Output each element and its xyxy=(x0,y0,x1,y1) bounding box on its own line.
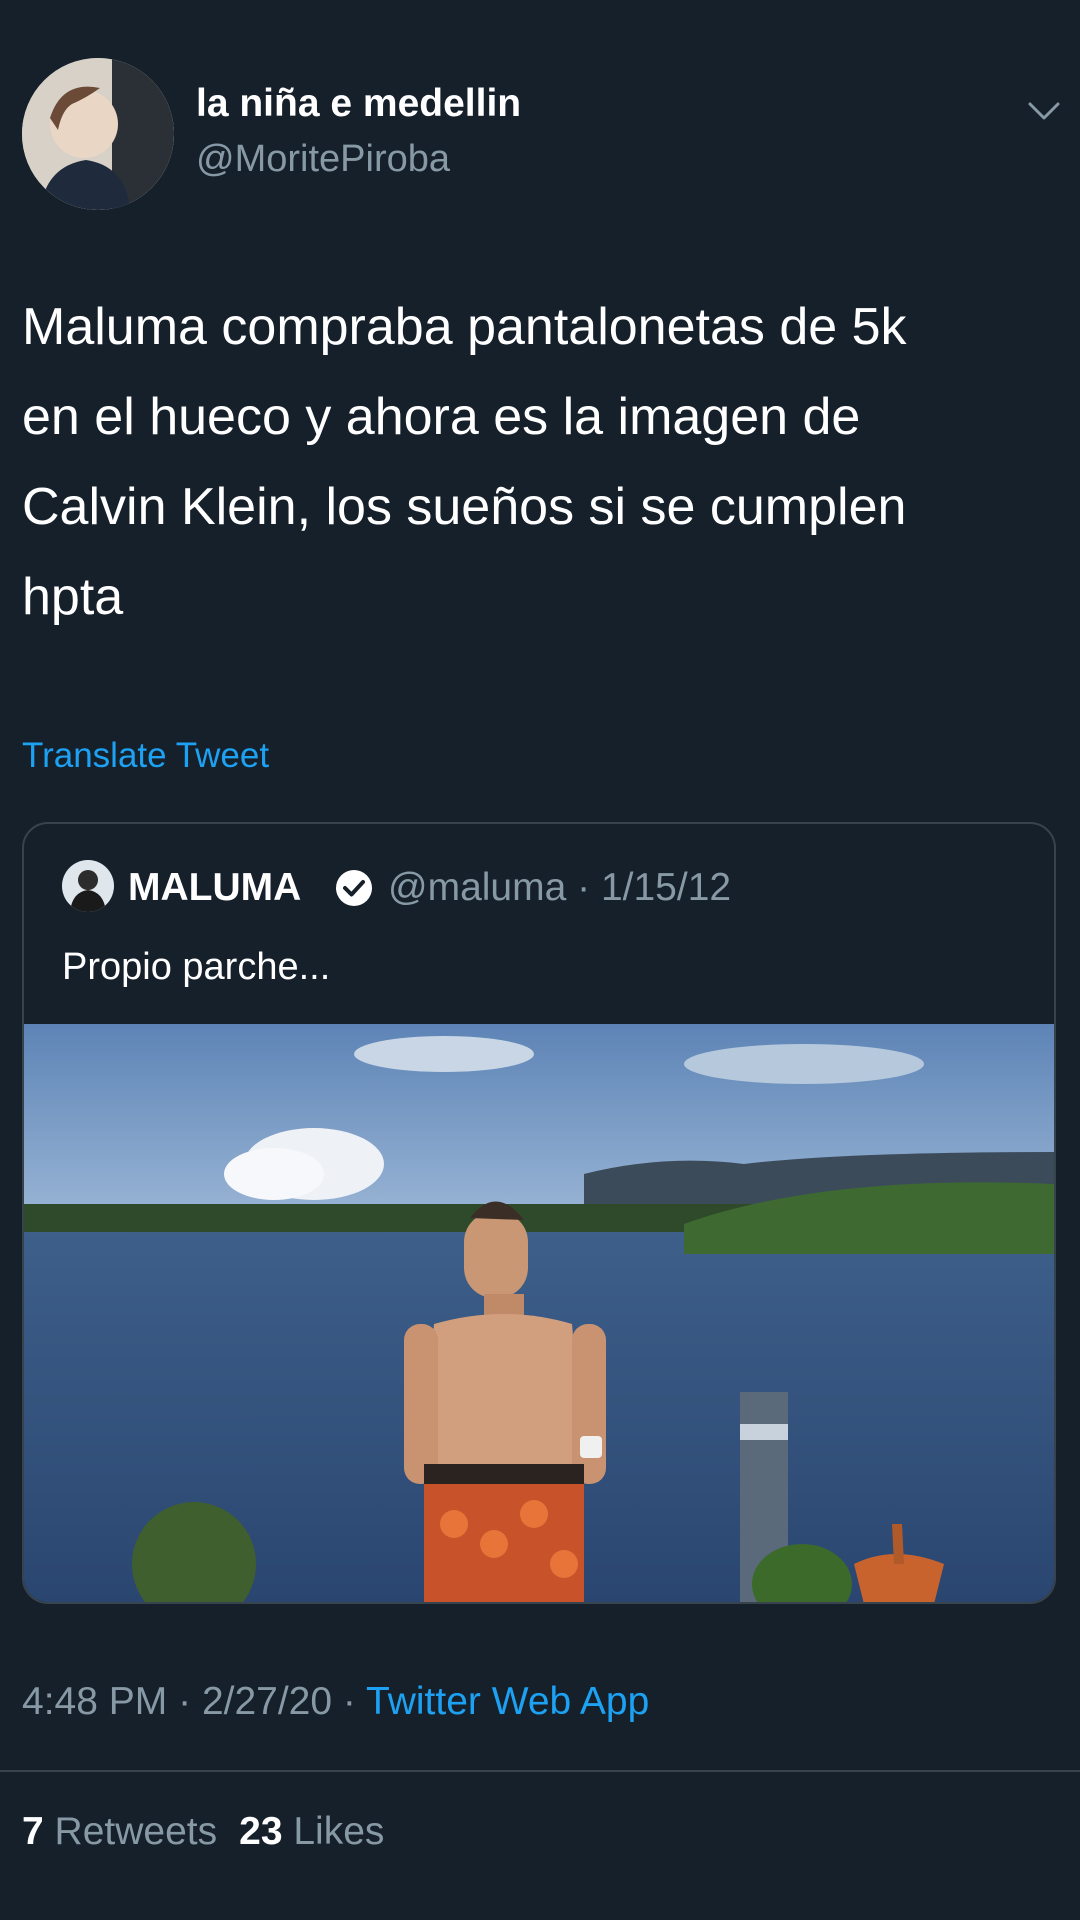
retweets-count: 7 xyxy=(22,1810,44,1853)
author-handle[interactable]: @MoritePiroba xyxy=(196,138,450,181)
quoted-media-image[interactable] xyxy=(24,1024,1054,1602)
avatar-icon xyxy=(62,860,114,912)
tweet-time[interactable]: 4:48 PM xyxy=(22,1680,167,1723)
tweet-meta: 4:48 PM · 2/27/20 · Twitter Web App xyxy=(22,1680,649,1724)
meta-separator: · xyxy=(178,1680,192,1723)
tweet-text: Maluma compraba pantalonetas de 5k en el… xyxy=(22,282,1062,642)
tweet-text-line: Maluma compraba pantalonetas de 5k xyxy=(22,298,907,356)
translate-tweet-link[interactable]: Translate Tweet xyxy=(22,736,269,776)
quoted-text: Propio parche... xyxy=(62,946,331,988)
quoted-handle-date[interactable]: @maluma · 1/15/12 xyxy=(388,866,731,910)
chevron-down-icon[interactable] xyxy=(1024,96,1064,124)
retweets-label: Retweets xyxy=(54,1810,218,1853)
likes-label: Likes xyxy=(293,1810,385,1853)
quoted-author-avatar[interactable] xyxy=(62,860,114,912)
tweet-source[interactable]: Twitter Web App xyxy=(366,1680,649,1723)
author-display-name[interactable]: la niña e medellin xyxy=(196,82,521,126)
profile-photo-icon xyxy=(22,58,174,210)
tweet-text-line: hpta xyxy=(22,568,124,626)
quoted-tweet-card[interactable]: MALUMA @maluma · 1/15/12 Propio parche..… xyxy=(22,822,1056,1604)
meta-separator: · xyxy=(342,1680,356,1723)
divider xyxy=(0,1770,1080,1772)
tweet-text-line: en el hueco y ahora es la imagen de xyxy=(22,388,861,446)
likes-count: 23 xyxy=(239,1810,283,1853)
author-avatar[interactable] xyxy=(22,58,174,210)
lake-photo-icon xyxy=(24,1024,1054,1602)
tweet-text-line: Calvin Klein, los sueños si se cumplen xyxy=(22,478,907,536)
quoted-display-name[interactable]: MALUMA xyxy=(128,866,301,910)
retweets-link[interactable]: 7 Retweets xyxy=(22,1810,217,1853)
tweet-stats: 7 Retweets 23 Likes xyxy=(22,1810,384,1854)
likes-link[interactable]: 23 Likes xyxy=(239,1810,384,1853)
tweet-date[interactable]: 2/27/20 xyxy=(202,1680,332,1723)
verified-badge-icon xyxy=(334,868,374,908)
